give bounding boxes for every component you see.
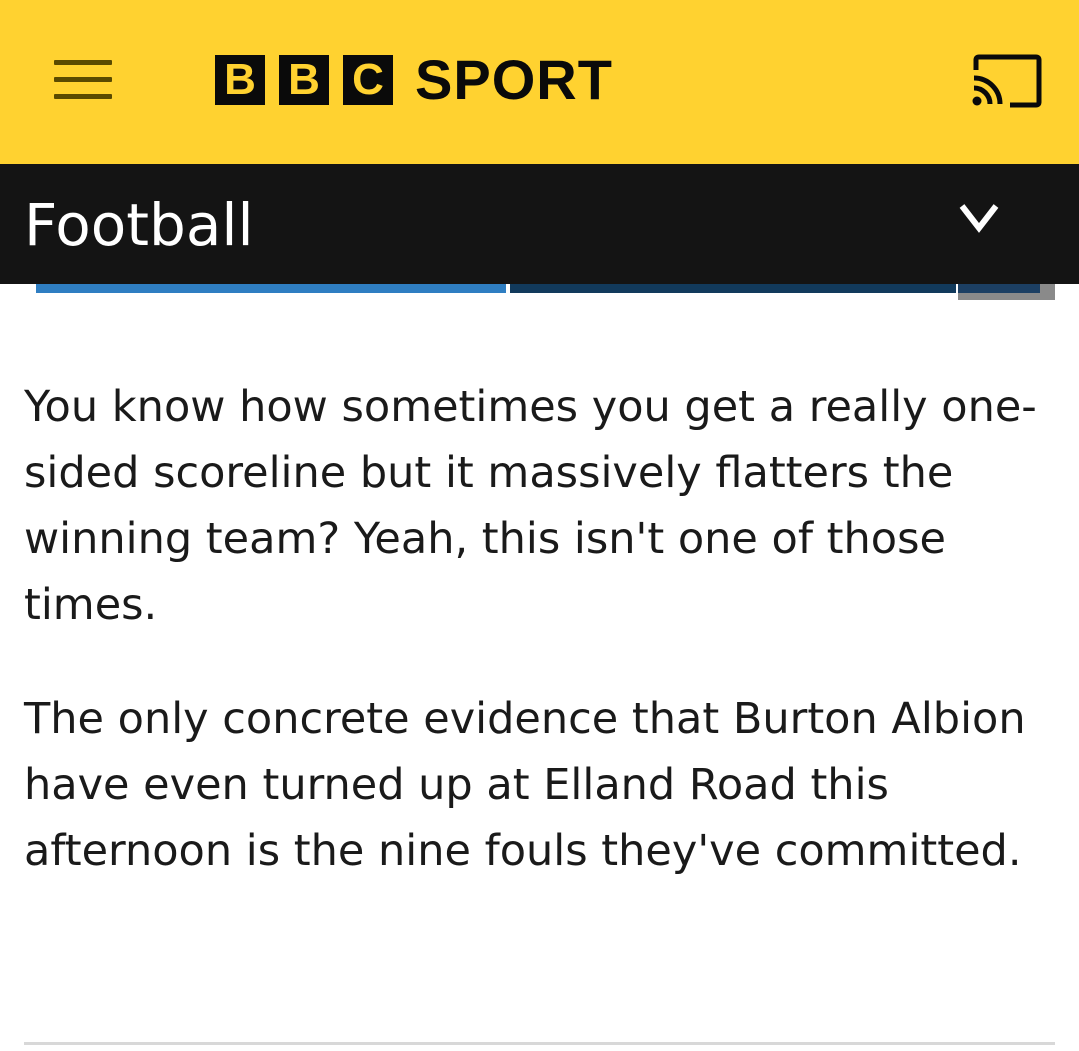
image-strip-left xyxy=(36,284,506,293)
logo-letter-b2: B xyxy=(279,55,329,105)
logo-sport-text: SPORT xyxy=(415,48,613,111)
content-divider xyxy=(24,1042,1055,1045)
article-paragraph: You know how sometimes you get a really … xyxy=(24,382,1037,630)
logo-letter-b1: B xyxy=(215,55,265,105)
cast-icon[interactable] xyxy=(970,54,1042,108)
chevron-down-icon[interactable] xyxy=(956,198,1002,238)
logo-letter-c: C xyxy=(343,55,393,105)
section-title[interactable]: Football xyxy=(24,190,254,260)
header-image-strip xyxy=(24,284,1055,300)
hamburger-menu-icon[interactable] xyxy=(54,60,112,100)
article-paragraph: The only concrete evidence that Burton A… xyxy=(24,694,1026,876)
image-strip-right xyxy=(510,284,956,293)
top-navigation-bar: B B C SPORT xyxy=(0,0,1079,164)
bbc-sport-logo[interactable]: B B C SPORT xyxy=(215,48,613,111)
image-strip-edge-inner xyxy=(958,284,1040,293)
